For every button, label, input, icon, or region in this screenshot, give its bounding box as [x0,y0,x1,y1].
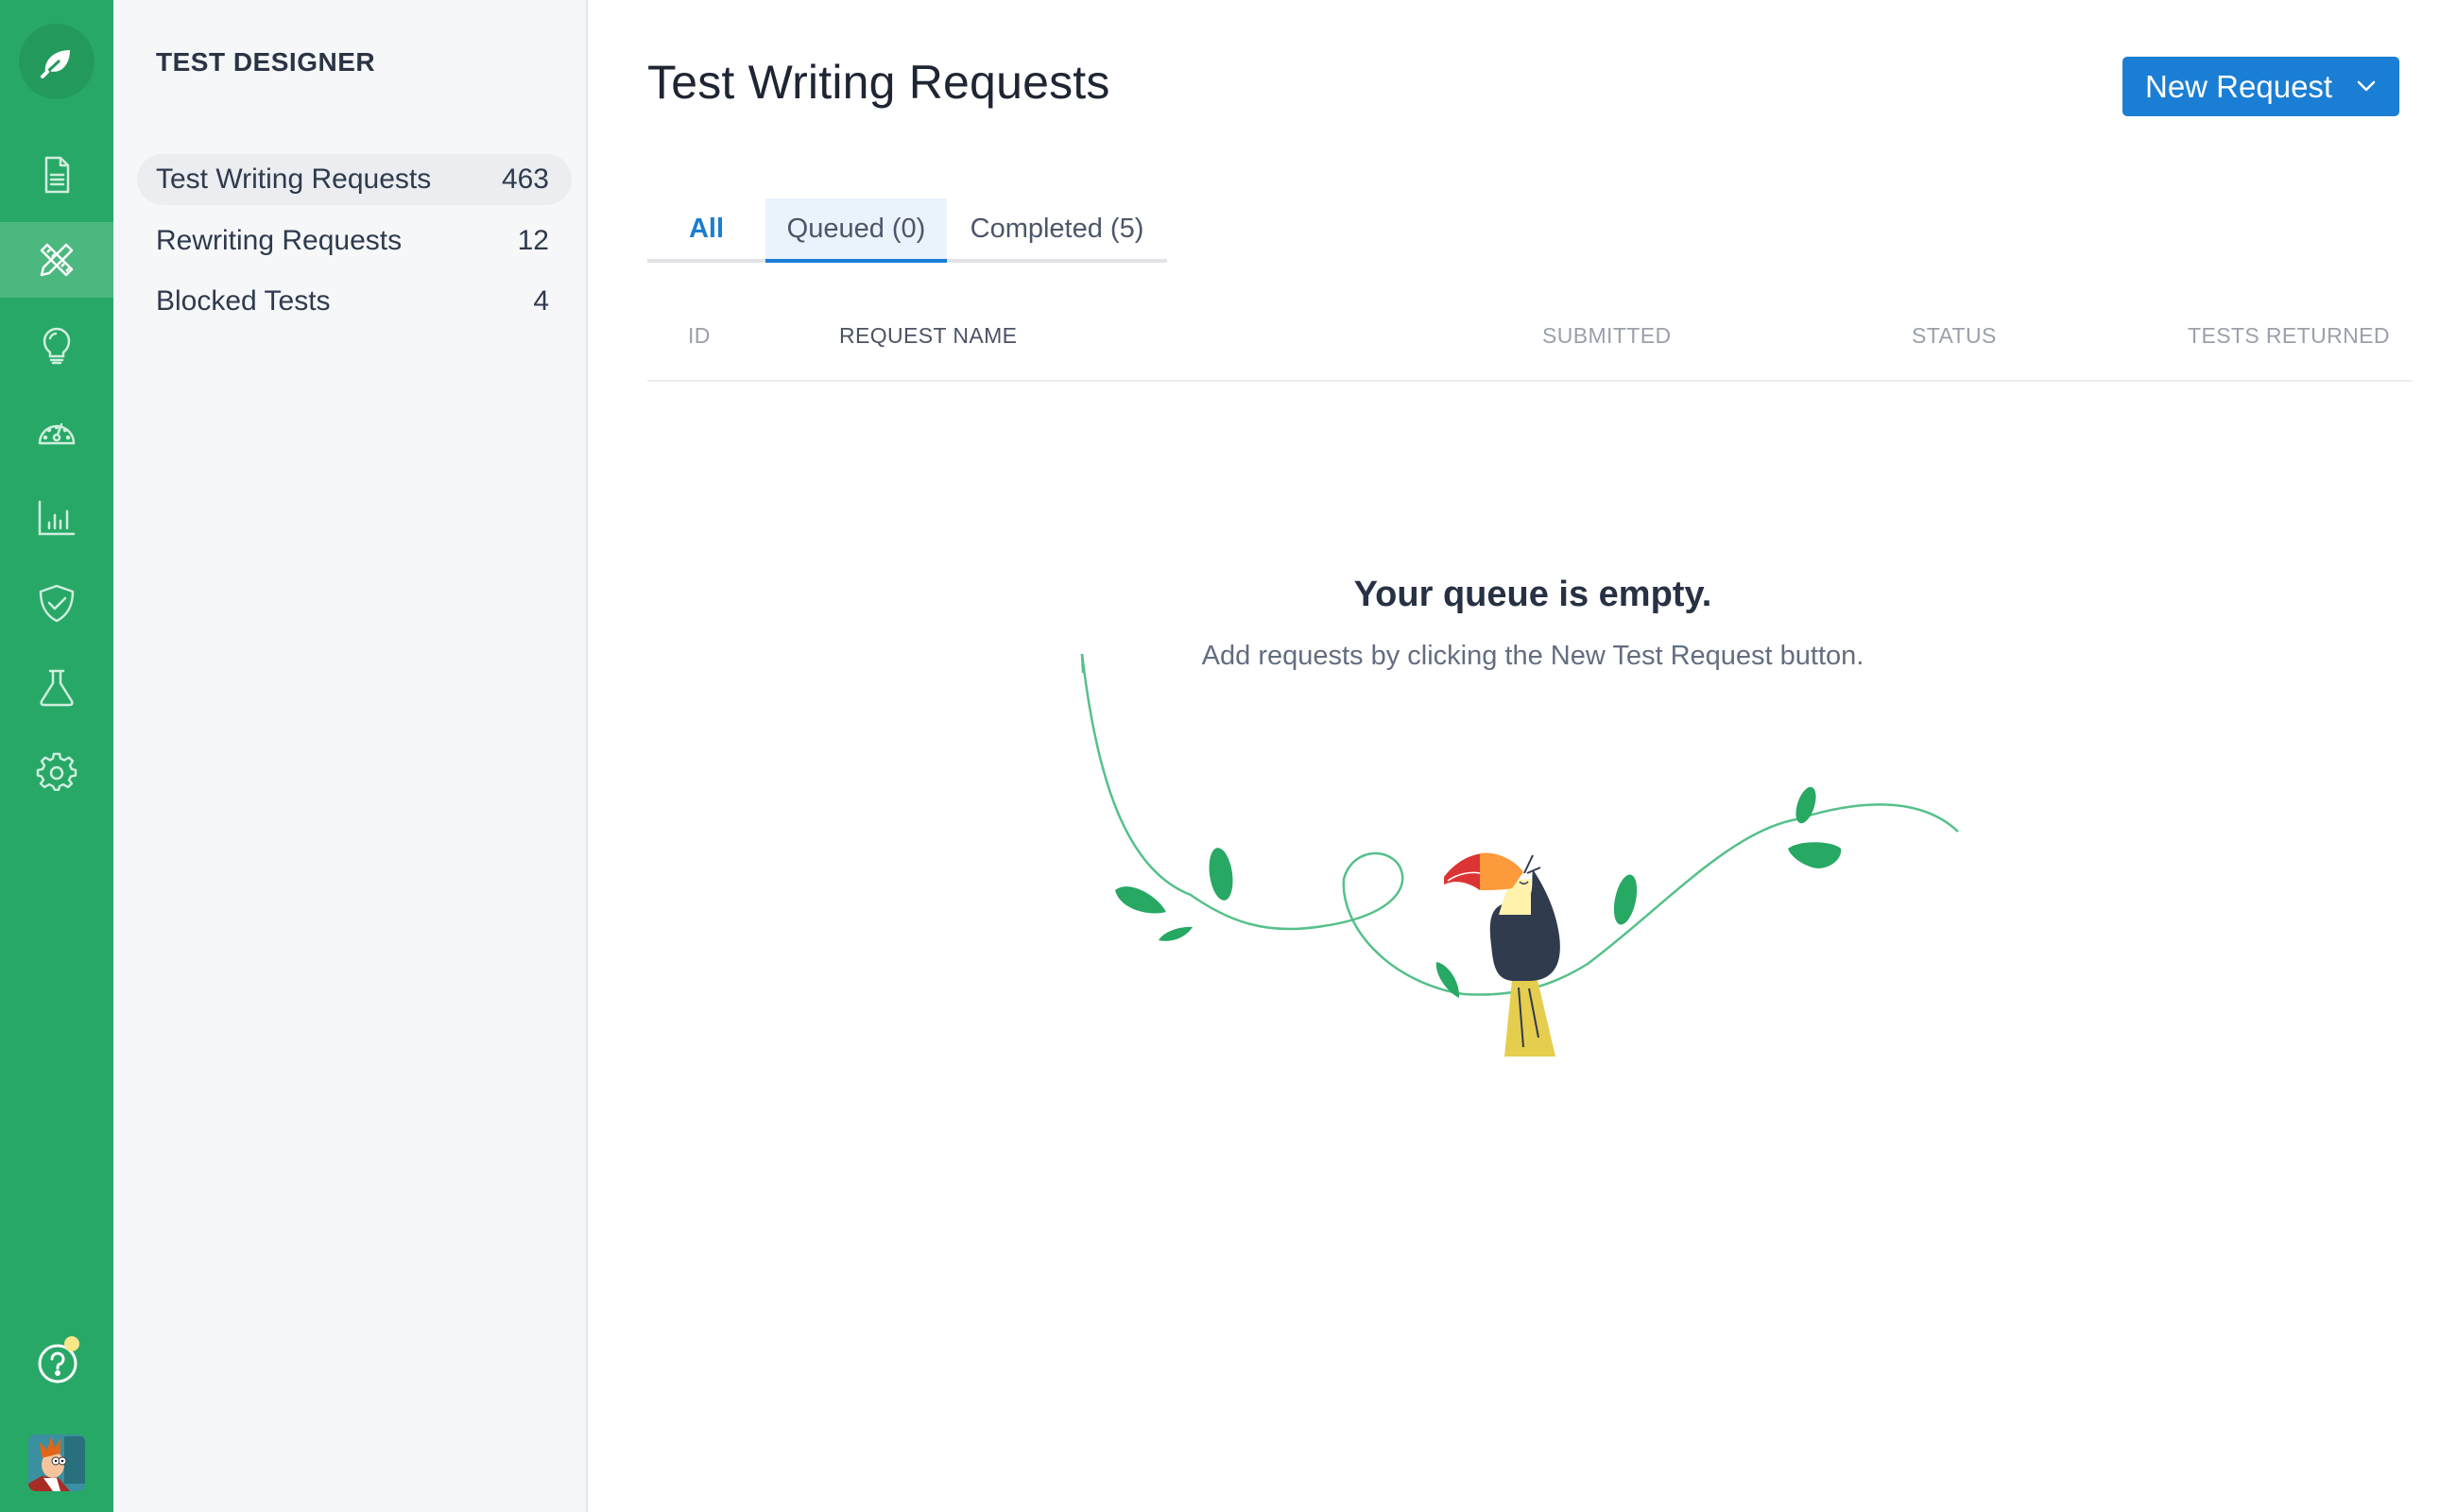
shield-check-icon [39,584,75,623]
column-header-request-name[interactable]: REQUEST NAME [839,323,1017,349]
avatar-image [28,1435,85,1491]
subnav-item-test-writing-requests[interactable]: Test Writing Requests 463 [137,154,572,205]
gear-icon [36,752,77,791]
tab-queued[interactable]: Queued (0) [765,198,947,263]
rail-item-performance[interactable] [0,394,113,470]
column-header-id[interactable]: ID [688,323,711,349]
tab-completed[interactable]: Completed (5) [947,198,1167,259]
speedometer-icon [38,422,76,445]
subnav-item-rewriting-requests[interactable]: Rewriting Requests 12 [137,215,572,266]
column-header-status[interactable]: STATUS [1912,323,1997,349]
rail-item-documents[interactable] [0,137,113,213]
tab-all[interactable]: All [647,198,765,259]
rail-item-security[interactable] [0,565,113,641]
subnav-item-count: 4 [533,285,549,317]
user-avatar[interactable] [28,1435,85,1491]
page-title: Test Writing Requests [647,56,1110,109]
column-header-tests-returned[interactable]: TESTS RETURNED [2188,323,2390,349]
bar-chart-icon [38,500,76,536]
notification-dot [64,1336,79,1351]
new-request-label: New Request [2145,68,2333,104]
table-header: ID REQUEST NAME SUBMITTED STATUS TESTS R… [647,314,2412,382]
rail-item-analytics[interactable] [0,479,113,555]
rail-item-settings[interactable] [0,735,113,811]
rail-item-test-designer[interactable] [0,222,113,298]
subnav-item-label: Test Writing Requests [156,163,432,195]
empty-state-subtitle: Add requests by clicking the New Test Re… [1201,641,1864,671]
new-request-button[interactable]: New Request [2122,57,2399,116]
rail-item-ideas[interactable] [0,307,113,383]
column-header-submitted[interactable]: SUBMITTED [1542,323,1672,349]
app-logo[interactable] [19,24,94,99]
main-content: Test Writing Requests New Request All Qu… [588,0,2457,1512]
leaf-icon [41,50,70,78]
empty-state-title: Your queue is empty. [1353,575,1712,614]
subnav-item-count: 463 [501,163,549,195]
icon-rail [0,0,113,1512]
subnav-item-count: 12 [517,225,549,256]
flask-icon [40,669,74,707]
rail-item-lab[interactable] [0,650,113,726]
sub-navigation: TEST DESIGNER Test Writing Requests 463 … [113,0,588,1512]
status-tabs: All Queued (0) Completed (5) [647,198,1167,263]
section-title: TEST DESIGNER [156,47,376,77]
ruler-pencil-icon [40,243,74,277]
lightbulb-icon [43,327,71,365]
subnav-item-blocked-tests[interactable]: Blocked Tests 4 [137,276,572,327]
document-icon [44,156,70,194]
chevron-down-icon [2357,80,2376,92]
subnav-item-label: Rewriting Requests [156,225,403,256]
subnav-item-label: Blocked Tests [156,285,331,317]
